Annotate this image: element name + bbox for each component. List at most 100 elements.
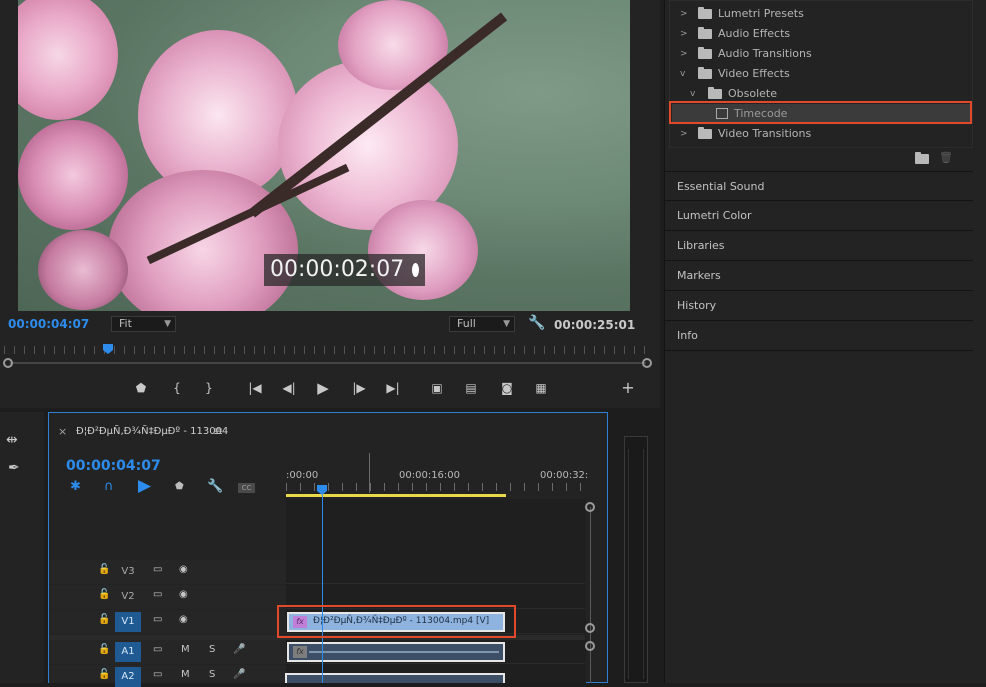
pen-icon[interactable]: ✒: [8, 460, 20, 476]
tab-lumetri-color[interactable]: Lumetri Color: [665, 201, 973, 231]
folder-icon: [708, 87, 722, 99]
scroll-handle-right[interactable]: [642, 358, 652, 368]
ripple-edit-icon[interactable]: ⇹: [6, 432, 18, 448]
tree-item-audio-effects[interactable]: > Audio Effects: [676, 24, 978, 44]
effects-tree: > Lumetri Presets > Audio Effects > Audio T…: [669, 0, 973, 148]
vscroll-handle-top[interactable]: [585, 502, 595, 512]
audio-clip-a2[interactable]: [285, 673, 505, 683]
sync-lock-icon[interactable]: ▭: [153, 644, 162, 655]
zoom-dropdown[interactable]: Fit ▼: [111, 316, 176, 332]
wrench-icon[interactable]: 🔧: [528, 315, 545, 331]
zoom-scrollbar[interactable]: [10, 362, 646, 364]
track-label-a2[interactable]: A2: [115, 667, 141, 687]
mute-button[interactable]: M: [181, 644, 190, 655]
tree-item-lumetri-presets[interactable]: > Lumetri Presets: [676, 4, 978, 24]
lock-icon[interactable]: 🔓: [98, 669, 110, 680]
chevron-down-icon: ▼: [164, 319, 171, 329]
track-header: 🔓 A2 ▭ M S 🎤: [49, 665, 286, 687]
solo-button[interactable]: S: [209, 644, 215, 655]
time-ruler[interactable]: [286, 483, 586, 491]
track-label-v2[interactable]: V2: [115, 587, 141, 607]
mute-button[interactable]: M: [181, 669, 190, 680]
tree-item-audio-transitions[interactable]: > Audio Transitions: [676, 44, 978, 64]
captions-icon[interactable]: CC: [238, 483, 255, 493]
trash-icon[interactable]: 🗑: [939, 151, 953, 164]
chevron-right-icon: >: [680, 29, 688, 39]
add-button-icon[interactable]: +: [618, 378, 638, 398]
timeline-timecode[interactable]: 00:00:04:07: [66, 458, 161, 474]
eye-icon[interactable]: ◉: [179, 564, 188, 575]
go-to-out-icon[interactable]: ▶|: [383, 378, 403, 398]
folder-icon: [698, 127, 712, 139]
track-v3: 🔓 V3 ▭ ◉: [49, 560, 585, 584]
nest-icon[interactable]: ✱: [70, 479, 81, 494]
tab-essential-sound[interactable]: Essential Sound: [665, 171, 973, 201]
play-icon[interactable]: ▶: [313, 378, 333, 398]
sequence-tab[interactable]: Ð¦Ð²ÐµÑ‚Ð¾Ñ‡ÐµÐº - 113004: [76, 426, 228, 437]
chevron-right-icon: >: [680, 129, 688, 139]
tree-item-video-transitions[interactable]: > Video Transitions: [676, 124, 978, 144]
work-area-bar[interactable]: [286, 494, 506, 497]
chevron-right-icon: >: [680, 49, 688, 59]
tree-item-label: Video Effects: [718, 67, 790, 80]
eye-icon[interactable]: ◉: [179, 589, 188, 600]
playhead-line[interactable]: [322, 495, 323, 683]
scroll-handle-left[interactable]: [3, 358, 13, 368]
track-label-a1[interactable]: A1: [115, 642, 141, 662]
export-frame-icon[interactable]: ◙: [497, 378, 517, 398]
microphone-icon[interactable]: 🎤: [233, 669, 245, 680]
add-marker-icon[interactable]: ⬟: [175, 481, 184, 492]
microphone-icon[interactable]: 🎤: [233, 644, 245, 655]
go-to-in-icon[interactable]: |◀: [245, 378, 265, 398]
sync-lock-icon[interactable]: ▭: [153, 669, 162, 680]
quality-dropdown[interactable]: Full ▼: [449, 316, 515, 332]
tab-markers[interactable]: Markers: [665, 261, 973, 291]
comparison-view-icon[interactable]: ▦: [531, 378, 551, 398]
linked-selection-icon[interactable]: [138, 480, 151, 493]
lock-icon[interactable]: 🔓: [98, 614, 110, 625]
track-label-v3[interactable]: V3: [115, 562, 141, 582]
lock-icon[interactable]: 🔓: [98, 564, 110, 575]
lift-icon[interactable]: ▣: [427, 378, 447, 398]
mark-in-icon[interactable]: {: [167, 378, 187, 398]
tree-item-video-effects[interactable]: v Video Effects: [676, 64, 978, 84]
marker-icon[interactable]: ⬟: [131, 378, 151, 398]
tab-info[interactable]: Info: [665, 321, 973, 351]
fx-badge-icon: fx: [293, 646, 307, 658]
audio-clip[interactable]: fx: [287, 642, 505, 662]
sync-lock-icon[interactable]: ▭: [153, 614, 162, 625]
vscroll-handle-bottom[interactable]: [585, 623, 595, 633]
mark-out-icon[interactable]: }: [199, 378, 219, 398]
tab-libraries[interactable]: Libraries: [665, 231, 973, 261]
step-forward-icon[interactable]: |▶: [349, 378, 369, 398]
chevron-down-icon: ▼: [503, 319, 510, 329]
lock-icon[interactable]: 🔓: [98, 644, 110, 655]
timecode-overlay-text: 00:00:02:07: [270, 257, 405, 282]
duration-timecode: 00:00:25:01: [554, 318, 636, 332]
vertical-scrollbar[interactable]: [590, 507, 591, 683]
eye-icon[interactable]: ◉: [179, 614, 188, 625]
new-bin-icon[interactable]: [915, 152, 929, 164]
tree-item-label: Video Transitions: [718, 127, 812, 140]
close-icon[interactable]: ×: [58, 425, 67, 438]
solo-button[interactable]: S: [209, 669, 215, 680]
tree-item-label: Lumetri Presets: [718, 7, 804, 20]
video-frame[interactable]: 00:00:02:07: [18, 0, 630, 311]
right-panel-stack: > Lumetri Presets > Audio Effects > Audio T…: [664, 0, 986, 683]
lock-icon[interactable]: 🔓: [98, 589, 110, 600]
highlight-clip: [277, 605, 516, 638]
track-header: 🔓 V1 ▭ ◉: [49, 610, 286, 634]
snap-icon[interactable]: ∩: [104, 479, 114, 494]
playhead-timecode[interactable]: 00:00:04:07: [8, 317, 89, 331]
mini-ruler[interactable]: [4, 346, 654, 354]
extract-icon[interactable]: ▤: [461, 378, 481, 398]
sync-lock-icon[interactable]: ▭: [153, 589, 162, 600]
step-back-icon[interactable]: ◀|: [279, 378, 299, 398]
track-label-v1[interactable]: V1: [115, 612, 141, 632]
settings-wrench-icon[interactable]: 🔧: [207, 479, 223, 494]
sync-lock-icon[interactable]: ▭: [153, 564, 162, 575]
tab-history[interactable]: History: [665, 291, 973, 321]
vscroll-handle-audio[interactable]: [585, 641, 595, 651]
tree-item-label: Audio Effects: [718, 27, 791, 40]
menu-icon[interactable]: ≡: [213, 424, 223, 438]
